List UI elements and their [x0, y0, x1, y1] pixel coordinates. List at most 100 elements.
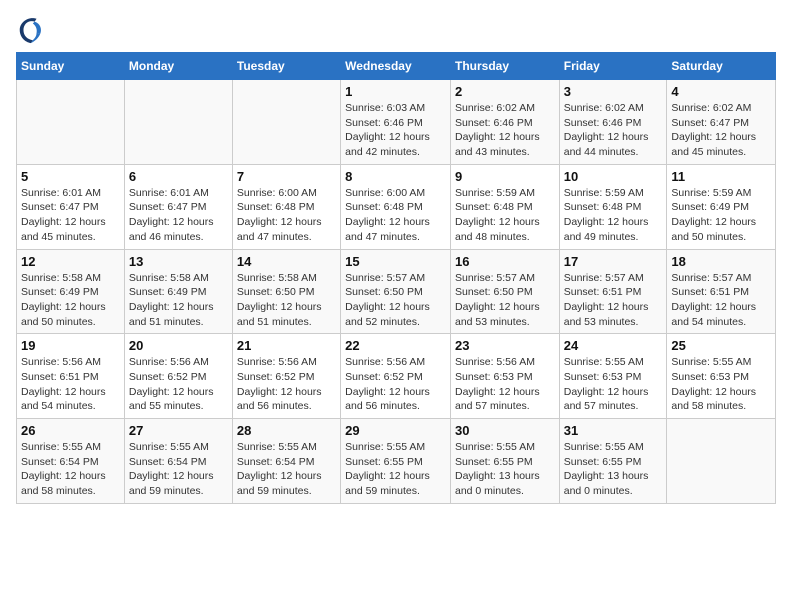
day-number: 13	[129, 254, 228, 269]
calendar-cell: 29Sunrise: 5:55 AMSunset: 6:55 PMDayligh…	[341, 419, 451, 504]
calendar-cell: 2Sunrise: 6:02 AMSunset: 6:46 PMDaylight…	[450, 80, 559, 165]
day-number: 24	[564, 338, 663, 353]
calendar-cell: 21 Sunrise: 5:56 AMSunset: 6:52 PMDayligh…	[232, 334, 340, 419]
day-info: Sunrise: 5:59 AMSunset: 6:49 PMDaylight:…	[671, 186, 771, 245]
day-number: 21	[237, 338, 336, 353]
calendar-week-5: 26 Sunrise: 5:55 AMSunset: 6:54 PMDayligh…	[17, 419, 776, 504]
calendar-cell: 4Sunrise: 6:02 AMSunset: 6:47 PMDaylight…	[667, 80, 776, 165]
calendar-cell	[17, 80, 125, 165]
day-number: 7	[237, 169, 336, 184]
day-info: Sunrise: 5:56 AMSunset: 6:53 PMDaylight:…	[455, 355, 555, 414]
calendar-week-4: 19 Sunrise: 5:56 AMSunset: 6:51 PMDayligh…	[17, 334, 776, 419]
day-number: 18	[671, 254, 771, 269]
calendar-week-1: 1 Sunrise: 6:03 AMSunset: 6:46 PMDaylight…	[17, 80, 776, 165]
day-number: 12	[21, 254, 120, 269]
day-info: Sunrise: 6:02 AMSunset: 6:47 PMDaylight:…	[671, 101, 771, 160]
calendar-week-3: 12 Sunrise: 5:58 AMSunset: 6:49 PMDayligh…	[17, 249, 776, 334]
day-info: Sunrise: 6:01 AMSunset: 6:47 PMDaylight:…	[129, 186, 228, 245]
calendar-cell: 14 Sunrise: 5:58 AMSunset: 6:50 PMDayligh…	[232, 249, 340, 334]
day-number: 10	[564, 169, 663, 184]
day-number: 15	[345, 254, 446, 269]
day-number: 6	[129, 169, 228, 184]
day-info: Sunrise: 6:02 AMSunset: 6:46 PMDaylight:…	[455, 101, 555, 160]
day-info: Sunrise: 5:57 AMSunset: 6:51 PMDaylight:…	[671, 271, 771, 330]
day-info: Sunrise: 5:56 AMSunset: 6:52 PMDaylight:…	[129, 355, 228, 414]
day-info: Sunrise: 5:55 AMSunset: 6:54 PMDaylight:…	[21, 440, 120, 499]
calendar-cell: 25Sunrise: 5:55 AMSunset: 6:53 PMDayligh…	[667, 334, 776, 419]
day-number: 28	[237, 423, 336, 438]
calendar-cell: 8 Sunrise: 6:00 AMSunset: 6:48 PMDaylight…	[341, 164, 451, 249]
calendar-cell: 15 Sunrise: 5:57 AMSunset: 6:50 PMDayligh…	[341, 249, 451, 334]
day-number: 16	[455, 254, 555, 269]
calendar-cell: 13 Sunrise: 5:58 AMSunset: 6:49 PMDayligh…	[124, 249, 232, 334]
day-number: 1	[345, 84, 446, 99]
weekday-header-sunday: Sunday	[17, 53, 125, 80]
calendar-cell: 20Sunrise: 5:56 AMSunset: 6:52 PMDayligh…	[124, 334, 232, 419]
weekday-header-monday: Monday	[124, 53, 232, 80]
calendar-cell: 16 Sunrise: 5:57 AMSunset: 6:50 PMDayligh…	[450, 249, 559, 334]
day-number: 17	[564, 254, 663, 269]
day-info: Sunrise: 5:56 AMSunset: 6:52 PMDaylight:…	[237, 355, 336, 414]
calendar-cell: 6 Sunrise: 6:01 AMSunset: 6:47 PMDaylight…	[124, 164, 232, 249]
calendar-week-2: 5 Sunrise: 6:01 AMSunset: 6:47 PMDaylight…	[17, 164, 776, 249]
day-info: Sunrise: 5:57 AMSunset: 6:50 PMDaylight:…	[455, 271, 555, 330]
day-info: Sunrise: 5:58 AMSunset: 6:49 PMDaylight:…	[129, 271, 228, 330]
calendar-cell: 22Sunrise: 5:56 AMSunset: 6:52 PMDayligh…	[341, 334, 451, 419]
calendar-cell: 28 Sunrise: 5:55 AMSunset: 6:54 PMDayligh…	[232, 419, 340, 504]
day-info: Sunrise: 5:56 AMSunset: 6:52 PMDaylight:…	[345, 355, 446, 414]
day-info: Sunrise: 5:59 AMSunset: 6:48 PMDaylight:…	[455, 186, 555, 245]
calendar-cell: 9Sunrise: 5:59 AMSunset: 6:48 PMDaylight…	[450, 164, 559, 249]
weekday-header-wednesday: Wednesday	[341, 53, 451, 80]
day-info: Sunrise: 5:55 AMSunset: 6:53 PMDaylight:…	[564, 355, 663, 414]
day-info: Sunrise: 5:55 AMSunset: 6:54 PMDaylight:…	[237, 440, 336, 499]
day-info: Sunrise: 5:55 AMSunset: 6:55 PMDaylight:…	[345, 440, 446, 499]
day-info: Sunrise: 6:03 AMSunset: 6:46 PMDaylight:…	[345, 101, 446, 160]
calendar-cell: 24 Sunrise: 5:55 AMSunset: 6:53 PMDayligh…	[559, 334, 667, 419]
day-info: Sunrise: 6:01 AMSunset: 6:47 PMDaylight:…	[21, 186, 120, 245]
day-info: Sunrise: 5:58 AMSunset: 6:50 PMDaylight:…	[237, 271, 336, 330]
day-info: Sunrise: 5:55 AMSunset: 6:53 PMDaylight:…	[671, 355, 771, 414]
day-info: Sunrise: 5:55 AMSunset: 6:55 PMDaylight:…	[564, 440, 663, 499]
day-info: Sunrise: 5:59 AMSunset: 6:48 PMDaylight:…	[564, 186, 663, 245]
day-info: Sunrise: 5:56 AMSunset: 6:51 PMDaylight:…	[21, 355, 120, 414]
calendar-cell: 5 Sunrise: 6:01 AMSunset: 6:47 PMDaylight…	[17, 164, 125, 249]
weekday-header-saturday: Saturday	[667, 53, 776, 80]
calendar-cell: 31 Sunrise: 5:55 AMSunset: 6:55 PMDayligh…	[559, 419, 667, 504]
day-number: 3	[564, 84, 663, 99]
calendar-cell	[232, 80, 340, 165]
calendar-cell: 19 Sunrise: 5:56 AMSunset: 6:51 PMDayligh…	[17, 334, 125, 419]
calendar-cell: 23 Sunrise: 5:56 AMSunset: 6:53 PMDayligh…	[450, 334, 559, 419]
weekday-header-row: SundayMondayTuesdayWednesdayThursdayFrid…	[17, 53, 776, 80]
day-number: 26	[21, 423, 120, 438]
day-info: Sunrise: 6:02 AMSunset: 6:46 PMDaylight:…	[564, 101, 663, 160]
calendar-cell: 12 Sunrise: 5:58 AMSunset: 6:49 PMDayligh…	[17, 249, 125, 334]
calendar-cell: 11 Sunrise: 5:59 AMSunset: 6:49 PMDayligh…	[667, 164, 776, 249]
day-info: Sunrise: 5:58 AMSunset: 6:49 PMDaylight:…	[21, 271, 120, 330]
calendar-table: SundayMondayTuesdayWednesdayThursdayFrid…	[16, 52, 776, 504]
calendar-cell: 27Sunrise: 5:55 AMSunset: 6:54 PMDayligh…	[124, 419, 232, 504]
logo	[16, 16, 48, 44]
calendar-cell: 17Sunrise: 5:57 AMSunset: 6:51 PMDayligh…	[559, 249, 667, 334]
header	[16, 16, 776, 44]
day-info: Sunrise: 6:00 AMSunset: 6:48 PMDaylight:…	[345, 186, 446, 245]
calendar-cell: 10 Sunrise: 5:59 AMSunset: 6:48 PMDayligh…	[559, 164, 667, 249]
calendar-cell	[667, 419, 776, 504]
day-info: Sunrise: 5:57 AMSunset: 6:50 PMDaylight:…	[345, 271, 446, 330]
day-info: Sunrise: 6:00 AMSunset: 6:48 PMDaylight:…	[237, 186, 336, 245]
weekday-header-tuesday: Tuesday	[232, 53, 340, 80]
day-number: 23	[455, 338, 555, 353]
day-number: 8	[345, 169, 446, 184]
day-number: 5	[21, 169, 120, 184]
day-info: Sunrise: 5:55 AMSunset: 6:54 PMDaylight:…	[129, 440, 228, 499]
calendar-cell: 26 Sunrise: 5:55 AMSunset: 6:54 PMDayligh…	[17, 419, 125, 504]
day-number: 11	[671, 169, 771, 184]
weekday-header-friday: Friday	[559, 53, 667, 80]
day-number: 14	[237, 254, 336, 269]
calendar-body: 1 Sunrise: 6:03 AMSunset: 6:46 PMDaylight…	[17, 80, 776, 504]
day-number: 31	[564, 423, 663, 438]
logo-icon	[16, 16, 44, 44]
calendar-cell: 7 Sunrise: 6:00 AMSunset: 6:48 PMDaylight…	[232, 164, 340, 249]
calendar-cell	[124, 80, 232, 165]
day-number: 19	[21, 338, 120, 353]
calendar-cell: 30Sunrise: 5:55 AMSunset: 6:55 PMDayligh…	[450, 419, 559, 504]
